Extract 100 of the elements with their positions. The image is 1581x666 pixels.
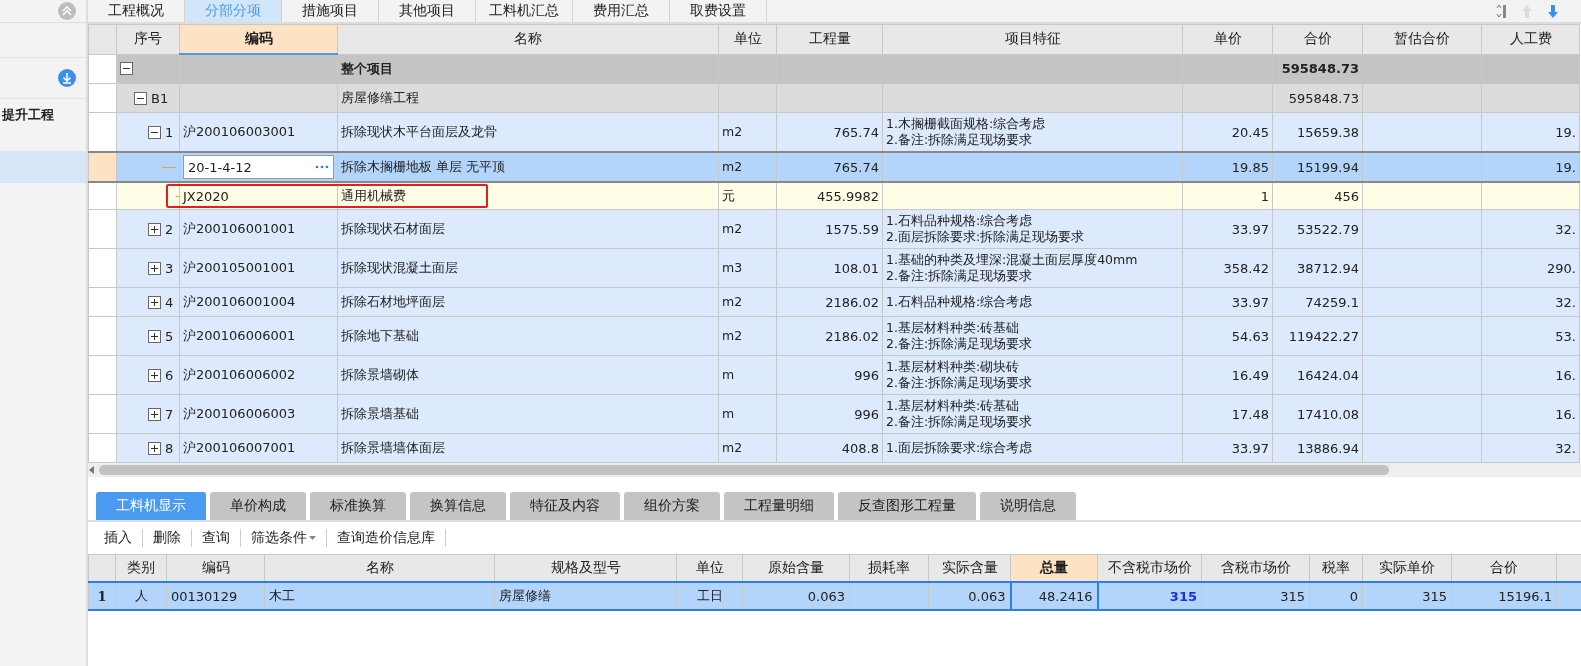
tab[interactable]: 单价构成 <box>210 492 306 520</box>
column-header[interactable]: 暂估合价 <box>1362 24 1482 54</box>
sidebar-item[interactable]: 提升工程 <box>0 99 86 131</box>
expand-toggle-icon[interactable] <box>148 295 161 309</box>
horizontal-scrollbar[interactable] <box>88 463 1581 477</box>
expand-toggle-icon[interactable] <box>148 329 161 343</box>
column-header[interactable]: 不含税市场价 <box>1097 554 1202 582</box>
feature-line: 2.备注:拆除满足现场要求 <box>886 268 1034 284</box>
table-cell: 16.49 <box>1231 367 1269 383</box>
tab[interactable]: 特征及内容 <box>510 492 620 520</box>
expand-toggle-icon[interactable] <box>148 407 161 421</box>
table-row[interactable]: 4 沪200106001004 拆除石材地坪面层 m2 2186.02 1.石料品种规格:综合考虑 33.97 74259.1 32. <box>88 287 1580 317</box>
tab[interactable]: 换算信息 <box>410 492 506 520</box>
collapse-toggle-icon[interactable] <box>120 62 133 76</box>
toolbar-button[interactable]: 删除 <box>143 529 192 547</box>
feature-line: 2.备注:拆除满足现场要求 <box>886 414 1034 430</box>
table-cell: 13886.94 <box>1296 440 1359 456</box>
table-cell: 拆除木搁栅地板 单层 无平顶 <box>341 159 506 174</box>
feature-line: 2.备注:拆除满足现场要求 <box>886 336 1034 352</box>
feature-line: 1.基础的种类及埋深:混凝土面层厚度40mm <box>886 252 1139 268</box>
table-cell: 拆除地下基础 <box>341 328 419 343</box>
column-header[interactable]: 实际含量 <box>928 554 1011 582</box>
table-cell: 315 <box>1422 588 1447 604</box>
table-row[interactable]: 1 人 00130129 木工 房屋修缮 工日 0.063 0.063 48.2416 315 315 0 315 15196.1 <box>88 582 1581 610</box>
table-row[interactable]: JX2020 通用机械费 元 455.9982 1 456 <box>88 182 1580 210</box>
tab[interactable]: 反查图形工程量 <box>838 492 976 520</box>
table-row[interactable]: 8 沪200106007001 拆除景墙墙体面层 m2 408.8 1.面层拆除要求:综合考虑 33.97 13886.94 32. <box>88 433 1580 463</box>
expand-toggle-icon[interactable] <box>148 441 161 455</box>
table-cell: 拆除现状木平台面层及龙骨 <box>341 124 497 139</box>
column-header[interactable]: 合价 <box>1272 24 1363 54</box>
code-field[interactable]: 20-1-4-12 <box>183 155 334 179</box>
tab[interactable]: 标准换算 <box>310 492 406 520</box>
table-cell: 沪200106003001 <box>183 124 296 139</box>
table-row[interactable]: B1 房屋修缮工程 595848.73 <box>88 83 1580 113</box>
column-header[interactable]: 原始含量 <box>742 554 850 582</box>
expand-toggle-icon[interactable] <box>148 261 161 275</box>
column-header[interactable]: 总量 <box>1010 554 1098 582</box>
table-cell: 996 <box>854 367 879 383</box>
table-cell: 沪200106006003 <box>183 406 296 421</box>
toolbar-button[interactable]: 插入 <box>94 529 143 547</box>
table-row[interactable]: 20-1-4-12 拆除木搁栅地板 单层 无平顶 m2 765.74 19.85 15199.94 19. <box>88 152 1580 182</box>
column-header[interactable]: 单位 <box>676 554 743 582</box>
table-cell: 1 <box>165 124 174 140</box>
column-header[interactable]: 编码 <box>179 24 338 54</box>
column-header[interactable]: 税率 <box>1309 554 1363 582</box>
feature-line: 2.备注:拆除满足现场要求 <box>886 132 1034 148</box>
column-header[interactable]: 名称 <box>337 24 719 54</box>
table-cell: 16424.04 <box>1296 367 1359 383</box>
table-cell: 4 <box>165 294 174 310</box>
feature-line: 1.基层材料种类:砖基础 <box>886 320 1021 336</box>
table-cell: 7 <box>165 406 174 422</box>
column-header[interactable]: 序号 <box>116 24 180 54</box>
column-header[interactable]: 编码 <box>166 554 265 582</box>
table-cell: 沪200106006002 <box>183 367 296 382</box>
column-header[interactable]: 人工费 <box>1481 24 1580 54</box>
download-icon[interactable] <box>58 69 76 87</box>
column-header[interactable]: 损耗率 <box>849 554 929 582</box>
toolbar-button[interactable]: 查询 <box>192 529 241 547</box>
table-cell: 拆除石材地坪面层 <box>341 294 445 309</box>
table-cell: 3 <box>165 260 174 276</box>
column-header[interactable]: 含税市场价 <box>1201 554 1310 582</box>
table-cell: m2 <box>722 159 743 174</box>
tab[interactable]: 工程量明细 <box>724 492 834 520</box>
table-cell: 0.063 <box>968 588 1006 604</box>
collapse-toggle-icon[interactable] <box>134 91 147 105</box>
filter-dropdown[interactable]: 筛选条件 <box>241 529 327 547</box>
tab[interactable]: 说明信息 <box>980 492 1076 520</box>
table-cell: 290. <box>1547 260 1576 276</box>
column-header[interactable]: 单价 <box>1182 24 1273 54</box>
collapse-toggle-icon[interactable] <box>148 125 161 139</box>
table-cell: 木工 <box>269 588 295 603</box>
column-header[interactable]: 名称 <box>264 554 495 582</box>
sort-icon[interactable] <box>1495 4 1507 18</box>
table-cell: 8 <box>165 440 174 456</box>
column-header[interactable]: 实际单价 <box>1362 554 1452 582</box>
expand-toggle-icon[interactable] <box>148 368 161 382</box>
column-header[interactable]: 规格及型号 <box>494 554 677 582</box>
tab[interactable]: 组价方案 <box>624 492 720 520</box>
column-header[interactable]: 单位 <box>718 24 777 54</box>
table-cell: 6 <box>165 367 174 383</box>
table-cell: B1 <box>151 90 169 106</box>
feature-line: 2.面层拆除要求:拆除满足现场要求 <box>886 229 1086 245</box>
scrollbar-thumb[interactable] <box>99 465 1389 475</box>
scroll-left-icon[interactable] <box>88 465 95 475</box>
column-header[interactable]: 项目特征 <box>882 24 1183 54</box>
expand-toggle-icon[interactable] <box>148 222 161 236</box>
more-icon[interactable] <box>315 164 329 170</box>
column-header[interactable]: 合价 <box>1451 554 1557 582</box>
table-cell: 拆除景墙基础 <box>341 406 419 421</box>
table-row[interactable]: 整个项目 595848.73 <box>88 54 1580 84</box>
caret-icon[interactable] <box>309 536 316 540</box>
table-cell: 38712.94 <box>1296 260 1359 276</box>
table-cell: 沪200106001004 <box>183 294 296 309</box>
table-cell: 595848.73 <box>1288 90 1359 106</box>
column-header[interactable]: 工程量 <box>776 24 883 54</box>
table-cell: JX2020 <box>183 188 229 204</box>
toolbar-button[interactable]: 查询造价信息库 <box>327 529 446 547</box>
feature-line: 1.石料品种规格:综合考虑 <box>886 213 1034 229</box>
column-header[interactable]: 类别 <box>115 554 167 582</box>
arrow-down-icon[interactable] <box>1547 4 1559 18</box>
